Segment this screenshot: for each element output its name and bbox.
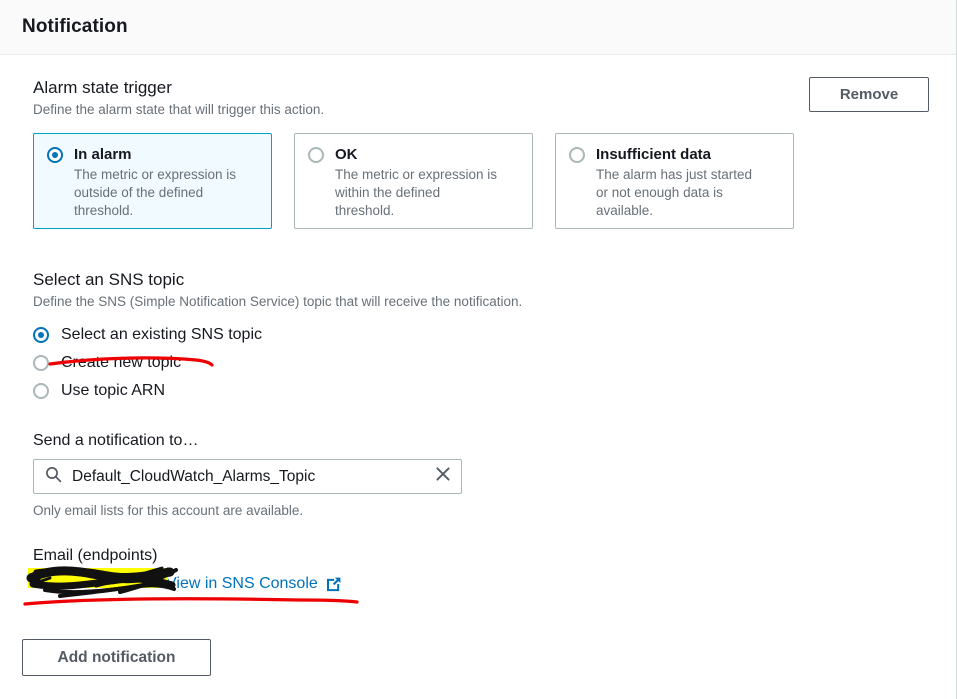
send-notification-label: Send a notification to… xyxy=(33,432,199,449)
sns-topic-option-create-new-label: Create new topic xyxy=(61,354,182,371)
email-endpoints-line: View in SNS Console xyxy=(33,572,934,600)
alarm-state-option-in-alarm[interactable]: In alarm The metric or expression is out… xyxy=(33,133,272,229)
radio-use-topic-arn-icon[interactable] xyxy=(33,383,49,399)
alarm-state-trigger-heading: Alarm state trigger xyxy=(33,78,172,97)
remove-button[interactable]: Remove xyxy=(809,77,929,112)
alarm-state-tile-row: In alarm The metric or expression is out… xyxy=(33,133,934,229)
external-link-icon xyxy=(325,576,342,593)
panel-header: Notification xyxy=(0,0,956,55)
radio-in-alarm-icon[interactable] xyxy=(47,147,63,163)
sns-topic-option-use-arn-label: Use topic ARN xyxy=(61,382,166,399)
view-in-sns-console-label: View in SNS Console xyxy=(166,575,318,592)
sns-topic-radio-list: Select an existing SNS topic Create new … xyxy=(33,321,934,405)
sns-topic-option-existing-label: Select an existing SNS topic xyxy=(61,326,262,343)
send-notification-hint: Only email lists for this account are av… xyxy=(33,503,304,518)
sns-topic-option-create-new[interactable]: Create new topic xyxy=(33,349,934,377)
sns-topic-heading: Select an SNS topic xyxy=(33,270,185,289)
alarm-state-trigger-section: Alarm state trigger Define the alarm sta… xyxy=(33,77,934,229)
sns-topic-option-existing[interactable]: Select an existing SNS topic xyxy=(33,321,934,349)
panel-body: Alarm state trigger Define the alarm sta… xyxy=(0,55,956,600)
email-endpoints-section: Email (endpoints) View in SNS Console xyxy=(33,546,934,600)
alarm-state-option-in-alarm-label: In alarm xyxy=(74,146,132,163)
sns-topic-search-box[interactable]: Default_CloudWatch_Alarms_Topic xyxy=(33,459,462,494)
radio-ok-icon[interactable] xyxy=(308,147,324,163)
search-icon xyxy=(45,466,62,488)
alarm-state-option-ok-description: The metric or expression is within the d… xyxy=(335,167,498,218)
sns-topic-description: Define the SNS (Simple Notification Serv… xyxy=(33,294,523,309)
sns-topic-section: Select an SNS topic Define the SNS (Simp… xyxy=(33,269,934,405)
alarm-state-option-insufficient-data-label: Insufficient data xyxy=(596,146,712,163)
radio-existing-topic-icon[interactable] xyxy=(33,327,49,343)
alarm-state-option-insufficient-data[interactable]: Insufficient data The alarm has just sta… xyxy=(555,133,794,229)
email-endpoints-label: Email (endpoints) xyxy=(33,547,158,564)
page-title: Notification xyxy=(22,16,128,37)
radio-insufficient-data-icon[interactable] xyxy=(569,147,585,163)
alarm-state-option-in-alarm-description: The metric or expression is outside of t… xyxy=(74,167,237,218)
alarm-state-trigger-description: Define the alarm state that will trigger… xyxy=(33,102,325,117)
send-notification-section: Send a notification to… Default_CloudWat… xyxy=(33,431,934,520)
add-notification-button[interactable]: Add notification xyxy=(22,639,211,676)
alarm-state-option-insufficient-data-description: The alarm has just started or not enough… xyxy=(596,167,753,218)
search-input[interactable]: Default_CloudWatch_Alarms_Topic xyxy=(72,468,434,486)
sns-topic-option-use-arn[interactable]: Use topic ARN xyxy=(33,377,934,405)
notification-panel: Notification Alarm state trigger Define … xyxy=(0,0,957,699)
alarm-state-option-ok[interactable]: OK The metric or expression is within th… xyxy=(294,133,533,229)
alarm-state-option-ok-label: OK xyxy=(335,146,358,163)
radio-create-new-topic-icon[interactable] xyxy=(33,355,49,371)
view-in-sns-console-link[interactable]: View in SNS Console xyxy=(166,575,342,593)
clear-search-icon[interactable] xyxy=(434,465,452,488)
